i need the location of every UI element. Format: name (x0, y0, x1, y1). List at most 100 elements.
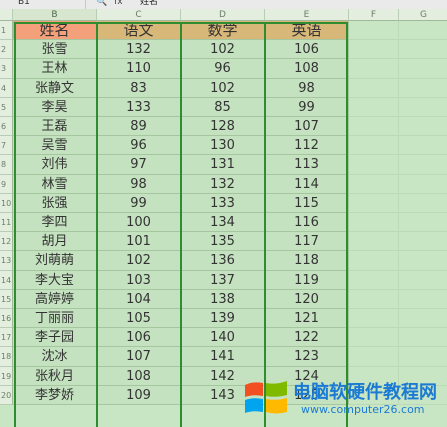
empty-cell[interactable] (349, 155, 399, 175)
table-cell[interactable]: 85 (181, 97, 265, 117)
empty-cell[interactable] (349, 251, 399, 271)
empty-cell[interactable] (349, 270, 399, 290)
row-header-14[interactable]: 14 (0, 270, 13, 290)
table-cell[interactable]: 140 (181, 328, 265, 348)
table-cell[interactable]: 张静文 (13, 78, 97, 98)
table-cell[interactable]: 130 (181, 136, 265, 156)
table-cell[interactable]: 112 (265, 136, 349, 156)
table-cell[interactable]: 121 (265, 309, 349, 329)
table-cell[interactable]: 102 (97, 251, 181, 271)
table-cell[interactable]: 沈冰 (13, 347, 97, 367)
empty-cell[interactable] (349, 40, 399, 60)
empty-cell[interactable] (399, 97, 447, 117)
column-header-c[interactable]: C (97, 9, 181, 21)
row-header-17[interactable]: 17 (0, 328, 13, 348)
table-cell[interactable]: 胡月 (13, 232, 97, 252)
empty-cell[interactable] (399, 21, 447, 41)
table-cell[interactable]: 136 (181, 251, 265, 271)
empty-cell[interactable] (349, 59, 399, 79)
table-cell[interactable]: 99 (265, 97, 349, 117)
select-all-corner[interactable] (0, 9, 13, 21)
table-cell[interactable]: 106 (97, 328, 181, 348)
table-cell[interactable]: 131 (181, 155, 265, 175)
table-cell[interactable]: 李子园 (13, 328, 97, 348)
table-cell[interactable]: 119 (265, 270, 349, 290)
table-cell[interactable]: 106 (265, 40, 349, 60)
table-cell[interactable]: 100 (97, 213, 181, 233)
empty-cell[interactable] (349, 193, 399, 213)
table-cell[interactable]: 96 (97, 136, 181, 156)
table-cell[interactable]: 113 (265, 155, 349, 175)
table-cell[interactable]: 134 (181, 213, 265, 233)
table-cell[interactable]: 141 (181, 347, 265, 367)
row-header-19[interactable]: 19 (0, 366, 13, 386)
table-cell[interactable]: 李昊 (13, 97, 97, 117)
table-cell[interactable]: 133 (181, 193, 265, 213)
row-header-11[interactable]: 11 (0, 213, 13, 233)
empty-cell[interactable] (399, 193, 447, 213)
table-cell[interactable]: 83 (97, 78, 181, 98)
table-cell[interactable]: 137 (181, 270, 265, 290)
row-header-4[interactable]: 4 (0, 78, 13, 98)
empty-cell[interactable] (399, 40, 447, 60)
empty-cell[interactable] (349, 97, 399, 117)
table-cell[interactable]: 丁丽丽 (13, 309, 97, 329)
row-header-13[interactable]: 13 (0, 251, 13, 271)
empty-cell[interactable] (399, 213, 447, 233)
zoom-icon[interactable]: 🔍 (96, 0, 107, 7)
empty-cell[interactable] (349, 21, 399, 41)
table-cell[interactable]: 107 (97, 347, 181, 367)
table-cell[interactable]: 118 (265, 251, 349, 271)
table-cell[interactable]: 102 (181, 78, 265, 98)
empty-cell[interactable] (399, 78, 447, 98)
table-cell[interactable]: 110 (97, 59, 181, 79)
fx-icon[interactable]: fx (114, 0, 123, 7)
row-header-12[interactable]: 12 (0, 232, 13, 252)
table-cell[interactable]: 王磊 (13, 117, 97, 137)
row-header-3[interactable]: 3 (0, 59, 13, 79)
table-cell[interactable]: 135 (181, 232, 265, 252)
table-cell[interactable]: 108 (265, 59, 349, 79)
row-header-7[interactable]: 7 (0, 136, 13, 156)
table-cell[interactable]: 128 (181, 117, 265, 137)
empty-cell[interactable] (399, 328, 447, 348)
table-cell[interactable]: 林雪 (13, 174, 97, 194)
empty-cell[interactable] (399, 155, 447, 175)
row-header-15[interactable]: 15 (0, 289, 13, 309)
empty-cell[interactable] (399, 59, 447, 79)
empty-cell[interactable] (349, 328, 399, 348)
table-cell[interactable]: 108 (97, 366, 181, 386)
table-cell[interactable]: 132 (181, 174, 265, 194)
empty-cell[interactable] (399, 136, 447, 156)
table-cell[interactable]: 107 (265, 117, 349, 137)
table-cell[interactable]: 123 (265, 347, 349, 367)
table-cell[interactable]: 105 (97, 309, 181, 329)
empty-cell[interactable] (399, 232, 447, 252)
row-header-18[interactable]: 18 (0, 347, 13, 367)
empty-cell[interactable] (349, 78, 399, 98)
header-cell[interactable]: 英语 (265, 21, 349, 41)
empty-cell[interactable] (399, 289, 447, 309)
table-cell[interactable]: 101 (97, 232, 181, 252)
table-cell[interactable]: 王林 (13, 59, 97, 79)
empty-cell[interactable] (399, 117, 447, 137)
table-cell[interactable]: 97 (97, 155, 181, 175)
header-cell[interactable]: 数学 (181, 21, 265, 41)
empty-cell[interactable] (349, 289, 399, 309)
table-cell[interactable]: 115 (265, 193, 349, 213)
table-cell[interactable]: 98 (97, 174, 181, 194)
table-cell[interactable]: 张强 (13, 193, 97, 213)
table-cell[interactable]: 张秋月 (13, 366, 97, 386)
empty-cell[interactable] (349, 174, 399, 194)
row-header-2[interactable]: 2 (0, 40, 13, 60)
table-cell[interactable]: 138 (181, 289, 265, 309)
table-cell[interactable]: 刘伟 (13, 155, 97, 175)
table-cell[interactable]: 李四 (13, 213, 97, 233)
row-header-16[interactable]: 16 (0, 309, 13, 329)
empty-cell[interactable] (349, 213, 399, 233)
row-header-8[interactable]: 8 (0, 155, 13, 175)
table-cell[interactable]: 98 (265, 78, 349, 98)
table-cell[interactable]: 114 (265, 174, 349, 194)
empty-cell[interactable] (399, 251, 447, 271)
empty-cell[interactable] (349, 309, 399, 329)
